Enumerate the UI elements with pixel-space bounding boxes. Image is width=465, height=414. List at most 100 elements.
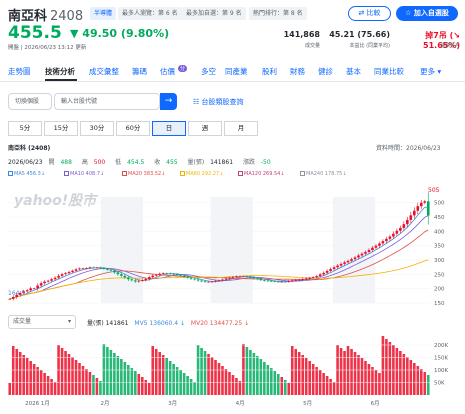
candle-body — [161, 273, 165, 274]
volume-bar — [67, 354, 71, 395]
candle-body — [196, 279, 200, 281]
period-month[interactable]: 月 — [224, 121, 258, 136]
indicator-select[interactable]: 成交量 ▾ — [8, 315, 76, 329]
candle-body — [182, 275, 186, 277]
volume-bar — [60, 348, 64, 395]
candle-body — [147, 277, 151, 279]
volume-value: 量(張) 141861 — [187, 159, 234, 166]
stock-search-input[interactable]: 輸入台股代號 — [54, 93, 160, 110]
period-15min[interactable]: 15分 — [44, 121, 78, 136]
stat-pe: 45.21 (75.66) — [329, 30, 390, 39]
tab-chart[interactable]: 走勢圖 — [8, 66, 31, 77]
candle-body — [339, 263, 343, 266]
volume-bar — [245, 347, 249, 395]
close-value: 收 455 — [154, 159, 178, 166]
tab-trades[interactable]: 成交彙整 — [89, 66, 119, 77]
volume-tick-label: 100K — [434, 368, 448, 374]
volume-bar — [50, 379, 53, 395]
candle-body — [242, 276, 245, 278]
tw-stock-lookup-link[interactable]: ☷ 台股類股查詢 — [193, 97, 244, 107]
volume-bar — [395, 348, 399, 395]
volume-bar — [263, 362, 266, 395]
candle-body — [193, 278, 196, 280]
volume-bar — [322, 373, 325, 395]
candle-body — [360, 253, 364, 256]
ma-legend-5[interactable]: MA5 456.3↓ — [8, 171, 45, 177]
volume-bar — [385, 339, 388, 395]
add-watchlist-button[interactable]: ☆ 加入自選股 — [396, 6, 458, 21]
month-band — [100, 197, 144, 303]
candle-body — [426, 201, 430, 216]
candle-body — [214, 280, 217, 282]
tab-technical[interactable]: 技術分析 — [45, 66, 75, 77]
stat-volume: 141,868 — [283, 30, 320, 39]
tab-valuation[interactable]: 估價 — [160, 66, 175, 77]
arrow-right-icon: → — [164, 96, 173, 106]
candle-body — [276, 281, 280, 283]
price-volume-chart[interactable]: yahoo!股市 150 200 250 300 350 400 450 500 200K 15… — [0, 185, 465, 414]
tab-peer-compare[interactable]: 同業比較 — [374, 66, 404, 77]
candle-body — [311, 277, 315, 278]
candle-body — [301, 278, 305, 280]
data-time: 資料時間：2026/06/23 — [376, 145, 441, 152]
period-60min[interactable]: 60分 — [116, 121, 150, 136]
candle-body — [25, 290, 29, 292]
period-5min[interactable]: 5分 — [8, 121, 42, 136]
volume-bar — [221, 366, 224, 395]
tab-dividend[interactable]: 股利 — [262, 66, 277, 77]
volume-bar — [25, 358, 29, 395]
volume-bar — [95, 378, 99, 395]
compare-button[interactable]: ⇄ 比較 — [348, 6, 391, 21]
ma-legend-120[interactable]: MA120 269.54↓ — [238, 171, 285, 177]
switch-stock-select[interactable]: 切換個股 — [8, 93, 52, 110]
candle-body — [92, 267, 95, 269]
period-week[interactable]: 週 — [188, 121, 222, 136]
ma-legend-240[interactable]: MA240 178.75↓ — [300, 171, 347, 177]
candle-body — [46, 280, 50, 282]
tab-more[interactable]: 更多 ▾ — [420, 66, 441, 77]
tab-basic[interactable]: 基本 — [346, 66, 361, 77]
tag-most-added[interactable]: 最多加自選：第 9 名 — [182, 7, 246, 20]
tab-same-industry[interactable]: 同產業 — [225, 66, 248, 77]
candle-body — [123, 275, 127, 278]
volume-bar — [308, 361, 311, 395]
tab-chips[interactable]: 籌碼 — [132, 66, 147, 77]
volume-bar — [273, 371, 277, 395]
tab-financial[interactable]: 財務 — [290, 66, 305, 77]
candle-body — [273, 281, 277, 282]
period-30min[interactable]: 30分 — [80, 121, 114, 136]
high-value: 高 500 — [81, 159, 106, 166]
ma-legend-20[interactable]: MA20 383.52↓ — [122, 171, 165, 177]
candle-body — [235, 276, 238, 278]
ma-legend-60[interactable]: MA60 292.27↓ — [180, 171, 223, 177]
search-go-button[interactable]: → — [160, 93, 177, 110]
volume-bar — [158, 352, 162, 395]
candle-body — [88, 267, 92, 269]
candle-body — [228, 277, 231, 279]
tab-bull-bear[interactable]: 多空 — [201, 66, 216, 77]
candle-body — [207, 281, 210, 283]
tag-hot-rank[interactable]: 熱門排行：第 8 名 — [249, 7, 307, 20]
stat-pe-label: 本益比 (同業平均) — [349, 43, 391, 49]
candle-body — [127, 277, 130, 280]
candle-body — [419, 202, 423, 207]
tag-most-viewed[interactable]: 最多人瀏覽：第 6 名 — [118, 7, 182, 20]
period-day[interactable]: 日 — [152, 121, 186, 136]
candle-body — [266, 280, 270, 282]
price-tick-label: 250 — [434, 272, 445, 278]
volume-bar — [339, 348, 343, 395]
volume-bar — [360, 358, 364, 395]
volume-bar — [256, 356, 259, 395]
stat-volume-label: 成交量 — [304, 43, 320, 49]
tag-industry[interactable]: 半導體 — [90, 7, 117, 20]
volume-tick-label: 200K — [434, 343, 448, 349]
x-axis-label: 5月 — [303, 400, 312, 407]
update-time: 開盤 | 2026/06/23 13:12 更新 — [8, 45, 87, 51]
candle-body — [388, 236, 392, 239]
ma-legend-10[interactable]: MA10 408.7↓ — [64, 171, 104, 177]
candle-body — [203, 281, 207, 283]
tab-health[interactable]: 健診 — [318, 66, 333, 77]
x-axis-label: 3月 — [168, 400, 177, 407]
min-price-label: 164.5 — [8, 290, 25, 297]
candle-body — [402, 224, 406, 228]
